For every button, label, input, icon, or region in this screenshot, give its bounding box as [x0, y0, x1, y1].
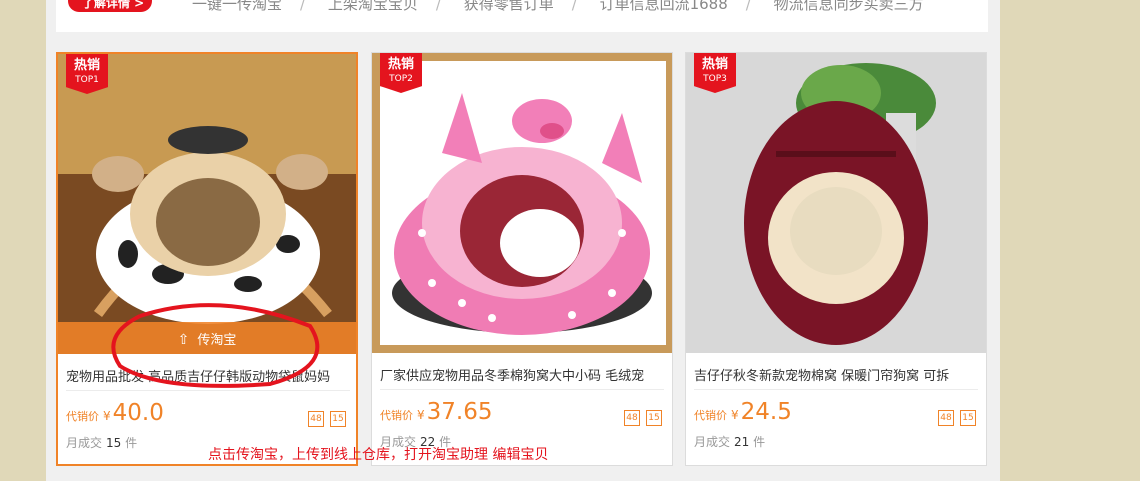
product-image[interactable]: 热销 TOP3 — [686, 53, 986, 353]
step-4: 订单信息回流1688 — [599, 0, 728, 13]
divider — [694, 389, 978, 390]
48h-delivery-icon[interactable]: 48 — [624, 410, 640, 426]
step-1: 一键一传淘宝 — [192, 0, 283, 13]
product-title[interactable]: 厂家供应宠物用品冬季棉狗窝大中小码 毛绒宠 — [380, 365, 666, 384]
price: 代销价 ¥24.5 — [694, 399, 792, 425]
step-2: 上架淘宝宝贝 — [327, 0, 418, 13]
process-steps: 一键一传淘宝 / 上架淘宝宝贝 / 获得零售订单 / 订单信息回流1688/ 物流信息… — [192, 0, 924, 14]
hot-sale-badge: 热销 TOP2 — [380, 53, 422, 93]
15day-return-icon[interactable]: 15 — [646, 410, 662, 426]
product-card-1[interactable]: 热销 TOP1 ⇧ 传淘宝 宠物用品批发 高品质吉仔仔韩版动物袋鼠妈妈 代销价 ¥4… — [56, 52, 358, 466]
step-3: 获得零售订单 — [463, 0, 554, 13]
service-icons: 48 15 — [618, 405, 662, 426]
product-image[interactable]: 热销 TOP2 — [372, 53, 672, 353]
annotation-note: 点击传淘宝，上传到线上仓库，打开淘宝助理 编辑宝贝 — [208, 447, 549, 463]
learn-more-button[interactable]: 了解详情 > — [68, 0, 152, 12]
product-card-3[interactable]: 热销 TOP3 吉仔仔秋冬新款宠物棉窝 保暖门帘狗窝 可拆 代销价 ¥24.5 4… — [685, 52, 987, 466]
price: 代销价 ¥40.0 — [66, 400, 164, 426]
monthly-sales: 月成交 15 件 — [66, 436, 138, 450]
monthly-sales: 月成交 21 件 — [694, 435, 766, 449]
step-5: 物流信息同步买卖三方 — [773, 0, 924, 13]
48h-delivery-icon[interactable]: 48 — [308, 411, 324, 427]
15day-return-icon[interactable]: 15 — [330, 411, 346, 427]
product-title[interactable]: 吉仔仔秋冬新款宠物棉窝 保暖门帘狗窝 可拆 — [694, 365, 980, 384]
highlight-circle — [111, 303, 320, 388]
hot-sale-badge: 热销 TOP3 — [694, 53, 736, 93]
service-icons: 48 15 — [302, 406, 346, 427]
service-icons: 48 15 — [932, 405, 976, 426]
price: 代销价 ¥37.65 — [380, 399, 493, 425]
48h-delivery-icon[interactable]: 48 — [938, 410, 954, 426]
product-card-2[interactable]: 热销 TOP2 厂家供应宠物用品冬季棉狗窝大中小码 毛绒宠 代销价 ¥37.65 … — [371, 52, 673, 466]
divider — [380, 389, 664, 390]
hot-sale-badge: 热销 TOP1 — [66, 54, 108, 94]
15day-return-icon[interactable]: 15 — [960, 410, 976, 426]
